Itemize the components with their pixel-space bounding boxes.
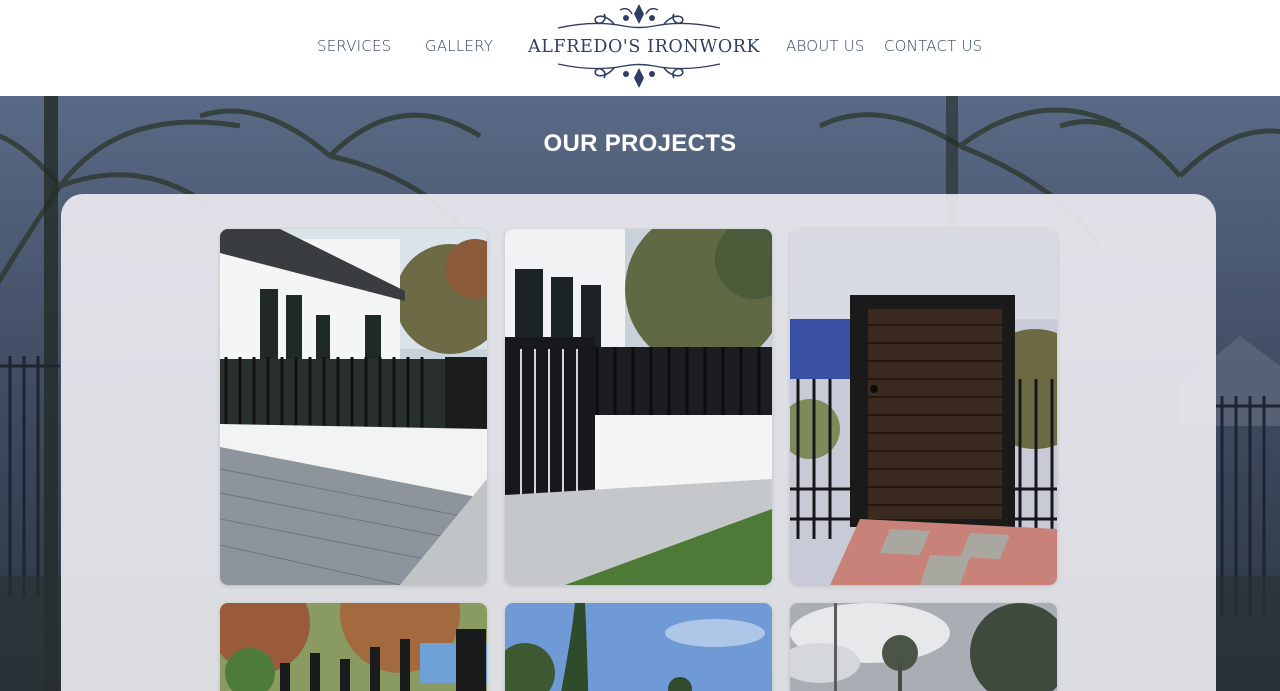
nav-contact-link[interactable]: CONTACT US: [884, 37, 982, 55]
logo-ornament-top-icon: [557, 4, 721, 29]
logo-ornament-bottom-icon: [557, 63, 721, 88]
logo-text: ALFREDO'S IRONWORK: [528, 37, 761, 57]
gallery-item-2[interactable]: [505, 229, 772, 585]
nav-gallery-link[interactable]: GALLERY: [425, 37, 493, 55]
project-photo-6: [790, 603, 1057, 691]
section-title: OUR PROJECTS: [543, 130, 737, 157]
project-photo-5: [505, 603, 772, 691]
project-photo-4: [220, 603, 487, 691]
gallery-item-1[interactable]: [220, 229, 487, 585]
gallery-item-6[interactable]: [790, 603, 1057, 691]
site-logo[interactable]: ALFREDO'S IRONWORK: [528, 2, 761, 92]
gallery-item-4[interactable]: [220, 603, 487, 691]
gallery-item-3[interactable]: [790, 229, 1057, 585]
site-header: SERVICES GALLERY ALFREDO'S IRONWORK ABOU…: [0, 0, 1280, 96]
project-photo-1: [220, 229, 487, 585]
project-photo-2: [505, 229, 772, 585]
nav-services-link[interactable]: SERVICES: [317, 37, 391, 55]
nav-about-link[interactable]: ABOUT US: [786, 37, 865, 55]
project-photo-3: [790, 229, 1057, 585]
gallery-item-5[interactable]: [505, 603, 772, 691]
